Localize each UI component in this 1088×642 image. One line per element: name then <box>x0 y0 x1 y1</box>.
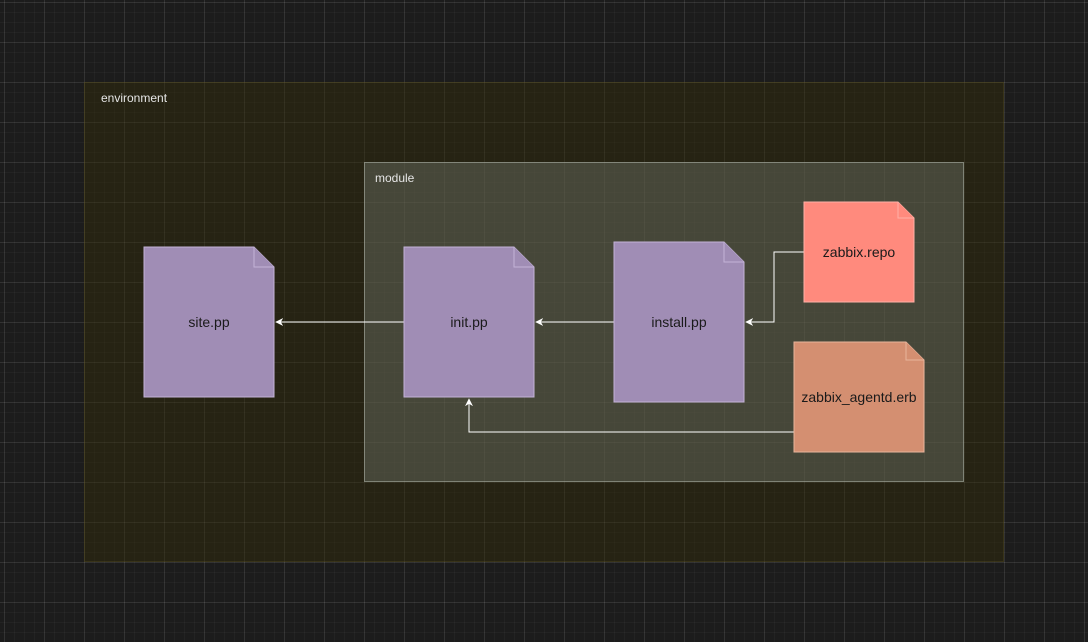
node-install-pp[interactable]: install.pp <box>613 241 745 403</box>
diagram-canvas: site.pp init.pp install.pp zabbix.repo z… <box>143 201 925 453</box>
edge-agentd-to-init[interactable] <box>465 398 794 433</box>
node-zabbix-agentd-erb[interactable]: zabbix_agentd.erb <box>793 341 925 453</box>
edge-repo-to-install[interactable] <box>745 251 804 326</box>
zabbix-repo-label: zabbix.repo <box>823 244 896 260</box>
zabbix-agentd-erb-fold-corner <box>905 342 924 361</box>
site-pp-fold-corner <box>253 247 274 268</box>
node-init-pp[interactable]: init.pp <box>403 246 535 398</box>
node-site-pp[interactable]: site.pp <box>143 246 275 398</box>
zabbix-agentd-erb-label: zabbix_agentd.erb <box>801 389 916 405</box>
install-pp-label: install.pp <box>651 314 706 330</box>
node-zabbix-repo[interactable]: zabbix.repo <box>803 201 915 303</box>
init-pp-fold-corner <box>513 247 534 268</box>
install-pp-fold-corner <box>723 242 744 263</box>
site-pp-label: site.pp <box>188 314 229 330</box>
init-pp-label: init.pp <box>450 314 488 330</box>
